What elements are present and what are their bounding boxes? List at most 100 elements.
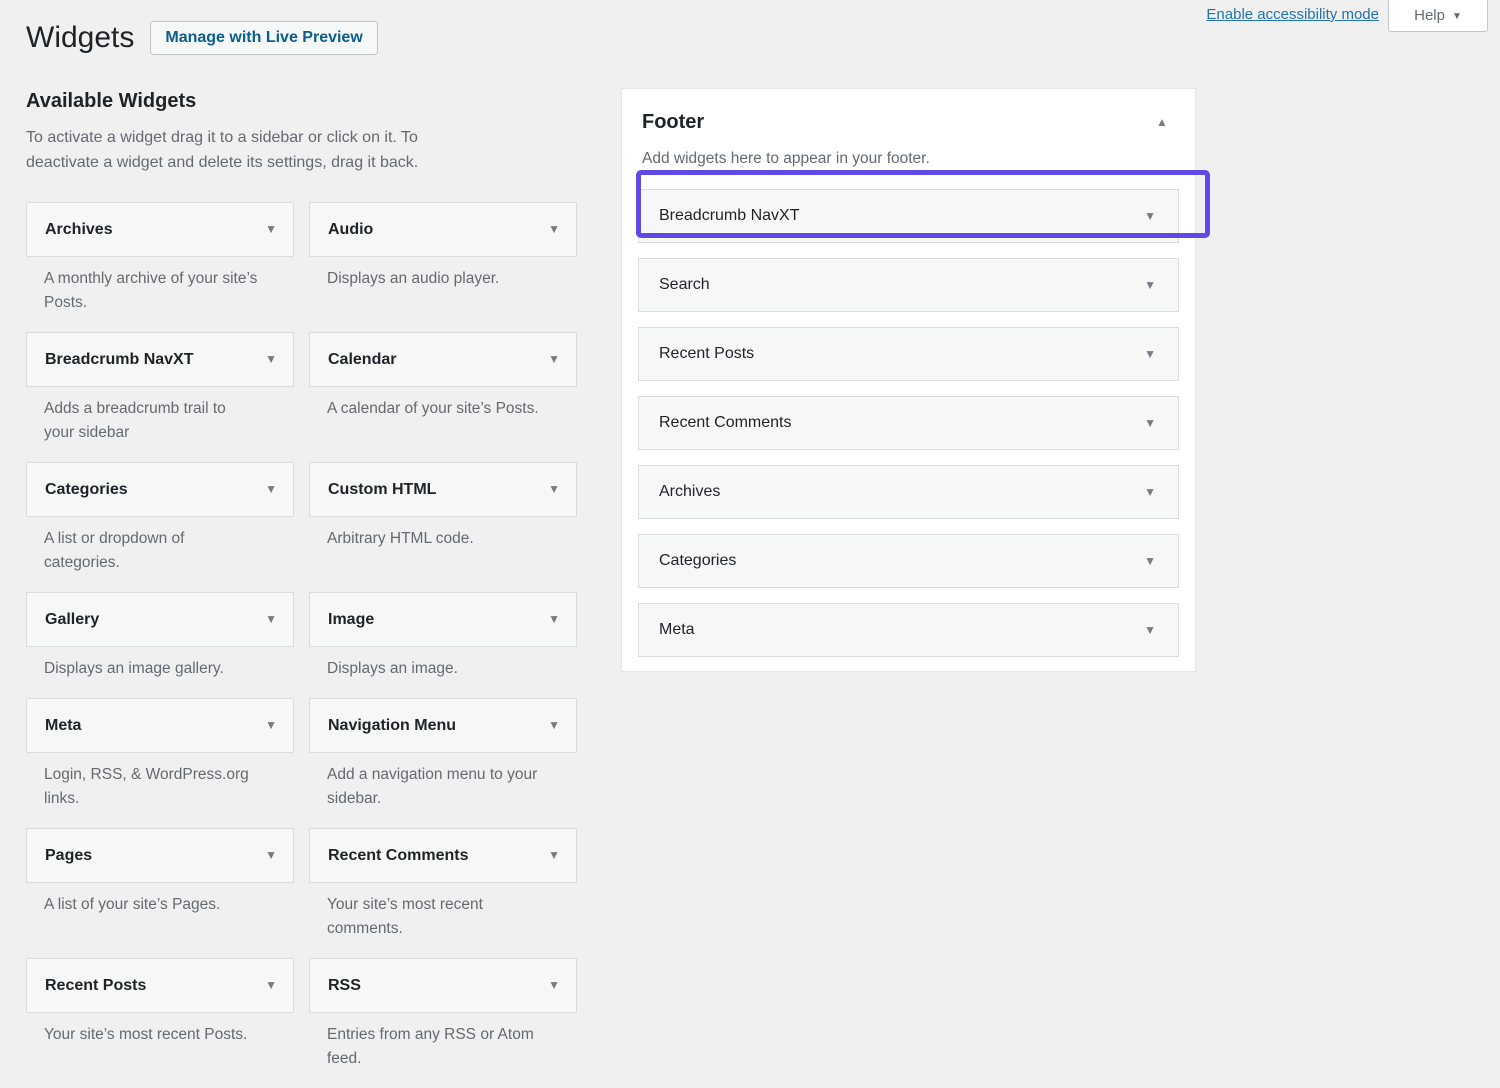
footer-widget-title: Recent Posts [659, 344, 754, 363]
available-widget-cell: Image▼Displays an image. [309, 592, 577, 681]
available-widget-title: Calendar [328, 350, 396, 369]
available-widget-title: Audio [328, 220, 373, 239]
available-widget-title: Pages [45, 846, 92, 865]
footer-panel-header[interactable]: Footer Add widgets here to appear in you… [622, 89, 1195, 170]
available-widget-cell: Archives ▼ A monthly archive of your site’… [26, 202, 294, 315]
available-widget-card[interactable]: Archives ▼ [26, 202, 294, 257]
available-widget-card[interactable]: Categories▼ [26, 462, 294, 517]
chevron-down-icon[interactable]: ▼ [1144, 279, 1156, 291]
chevron-down-icon[interactable]: ▼ [548, 353, 560, 365]
footer-widget-title: Recent Comments [659, 413, 792, 432]
chevron-down-icon[interactable]: ▼ [265, 223, 277, 235]
footer-widget-list: Breadcrumb NavXT▼Search▼Recent Posts▼Rec… [622, 170, 1195, 657]
available-widget-card[interactable]: Calendar ▼ [309, 332, 577, 387]
page-header: Widgets Manage with Live Preview [26, 20, 378, 56]
chevron-down-icon[interactable]: ▼ [548, 483, 560, 495]
chevron-down-icon[interactable]: ▼ [265, 353, 277, 365]
footer-panel-title: Footer [642, 109, 1175, 135]
chevron-down-icon[interactable]: ▼ [548, 849, 560, 861]
footer-panel-description: Add widgets here to appear in your foote… [642, 148, 1175, 170]
available-widget-card[interactable]: Image ▼ [309, 592, 577, 647]
chevron-down-icon[interactable]: ▼ [1144, 210, 1156, 222]
footer-widget-title: Categories [659, 551, 736, 570]
available-widget-description: Your site’s most recent Posts. [26, 1013, 276, 1047]
footer-widget-item[interactable]: Categories ▼ [638, 534, 1179, 588]
available-widgets-column: Available Widgets To activate a widget d… [0, 88, 611, 1088]
chevron-down-icon[interactable]: ▼ [1144, 486, 1156, 498]
available-widget-cell: Categories▼A list or dropdown of categor… [26, 462, 294, 575]
available-widget-cell: Audio▼Displays an audio player. [309, 202, 577, 315]
available-widget-title: Meta [45, 716, 81, 735]
available-widget-card[interactable]: Gallery ▼ [26, 592, 294, 647]
footer-widget-item[interactable]: Recent Comments ▼ [638, 396, 1179, 450]
available-widget-card[interactable]: Custom HTML▼ [309, 462, 577, 517]
chevron-down-icon[interactable]: ▼ [265, 719, 277, 731]
available-widget-card[interactable]: RSS ▼ [309, 958, 577, 1013]
chevron-down-icon[interactable]: ▼ [265, 613, 277, 625]
available-widget-cell: Recent Comments ▼ Your site’s most recent … [309, 828, 577, 941]
available-widget-card[interactable]: Recent Comments ▼ [309, 828, 577, 883]
chevron-up-icon[interactable]: ▲ [1151, 111, 1173, 133]
chevron-down-icon[interactable]: ▼ [548, 979, 560, 991]
available-widget-title: RSS [328, 976, 361, 995]
available-widget-title: Recent Posts [45, 976, 146, 995]
footer-widget-item[interactable]: Meta▼ [638, 603, 1179, 657]
available-widget-card[interactable]: Meta ▼ [26, 698, 294, 753]
available-widget-title: Navigation Menu [328, 716, 456, 735]
available-widgets-description: To activate a widget drag it to a sideba… [26, 126, 476, 176]
available-widget-description: Your site’s most recent comments. [309, 883, 559, 941]
available-widget-cell: Custom HTML▼Arbitrary HTML code. [309, 462, 577, 575]
chevron-down-icon[interactable]: ▼ [548, 613, 560, 625]
enable-accessibility-mode-link[interactable]: Enable accessibility mode [1206, 0, 1379, 30]
available-widget-card[interactable]: Audio ▼ [309, 202, 577, 257]
footer-widget-item[interactable]: Breadcrumb NavXT ▼ [638, 189, 1179, 243]
footer-widget-item[interactable]: Search▼ [638, 258, 1179, 312]
help-tab-button[interactable]: Help ▼ [1388, 0, 1488, 32]
page-title: Widgets [26, 20, 134, 56]
available-widget-cell: Navigation Menu ▼ Add a navigation menu to… [309, 698, 577, 811]
available-widget-card[interactable]: Pages ▼ [26, 828, 294, 883]
available-widget-description: Login, RSS, & WordPress.org links. [26, 753, 276, 811]
available-widget-description: A calendar of your site’s Posts. [309, 387, 559, 421]
footer-widget-title: Archives [659, 482, 720, 501]
chevron-down-icon[interactable]: ▼ [1144, 417, 1156, 429]
available-widget-cell: Breadcrumb NavXT▼Adds a breadcrumb trail… [26, 332, 294, 445]
chevron-down-icon[interactable]: ▼ [1144, 624, 1156, 636]
available-widget-description: A list of your site’s Pages. [26, 883, 276, 917]
available-widget-description: Arbitrary HTML code. [309, 517, 559, 551]
available-widget-description: A list or dropdown of categories. [26, 517, 276, 575]
available-widget-description: Displays an image gallery. [26, 647, 276, 681]
footer-sidebar-panel: Footer Add widgets here to appear in you… [621, 88, 1196, 672]
available-widget-cell: Pages ▼ A list of your site’s Pages. [26, 828, 294, 941]
available-widget-title: Image [328, 610, 374, 629]
available-widget-card[interactable]: Recent Posts ▼ [26, 958, 294, 1013]
available-widgets-grid: Archives ▼ A monthly archive of your site’… [26, 202, 591, 1088]
help-label: Help [1414, 1, 1445, 31]
available-widget-title: Recent Comments [328, 846, 468, 865]
chevron-down-icon[interactable]: ▼ [1144, 348, 1156, 360]
available-widget-description: A monthly archive of your site’s Posts. [26, 257, 276, 315]
available-widget-cell: Calendar ▼ A calendar of your site’s Posts… [309, 332, 577, 445]
sidebars-column: Footer Add widgets here to appear in you… [611, 88, 1211, 672]
manage-with-live-preview-button[interactable]: Manage with Live Preview [150, 21, 377, 56]
widgets-layout: Available Widgets To activate a widget d… [0, 88, 1500, 1088]
available-widget-cell: Gallery ▼ Displays an image gallery. [26, 592, 294, 681]
chevron-down-icon[interactable]: ▼ [265, 979, 277, 991]
available-widget-description: Entries from any RSS or Atom feed. [309, 1013, 559, 1071]
available-widget-title: Gallery [45, 610, 99, 629]
chevron-down-icon: ▼ [1452, 12, 1462, 22]
available-widget-card[interactable]: Breadcrumb NavXT ▼ [26, 332, 294, 387]
footer-widget-title: Breadcrumb NavXT [659, 206, 800, 225]
available-widget-title: Archives [45, 220, 113, 239]
footer-widget-item[interactable]: Recent Posts ▼ [638, 327, 1179, 381]
chevron-down-icon[interactable]: ▼ [548, 223, 560, 235]
chevron-down-icon[interactable]: ▼ [265, 483, 277, 495]
available-widget-description: Add a navigation menu to your sidebar. [309, 753, 559, 811]
chevron-down-icon[interactable]: ▼ [548, 719, 560, 731]
chevron-down-icon[interactable]: ▼ [265, 849, 277, 861]
available-widget-card[interactable]: Navigation Menu ▼ [309, 698, 577, 753]
available-widgets-heading: Available Widgets [26, 88, 591, 114]
footer-widget-item[interactable]: Archives ▼ [638, 465, 1179, 519]
available-widget-title: Breadcrumb NavXT [45, 350, 194, 369]
chevron-down-icon[interactable]: ▼ [1144, 555, 1156, 567]
